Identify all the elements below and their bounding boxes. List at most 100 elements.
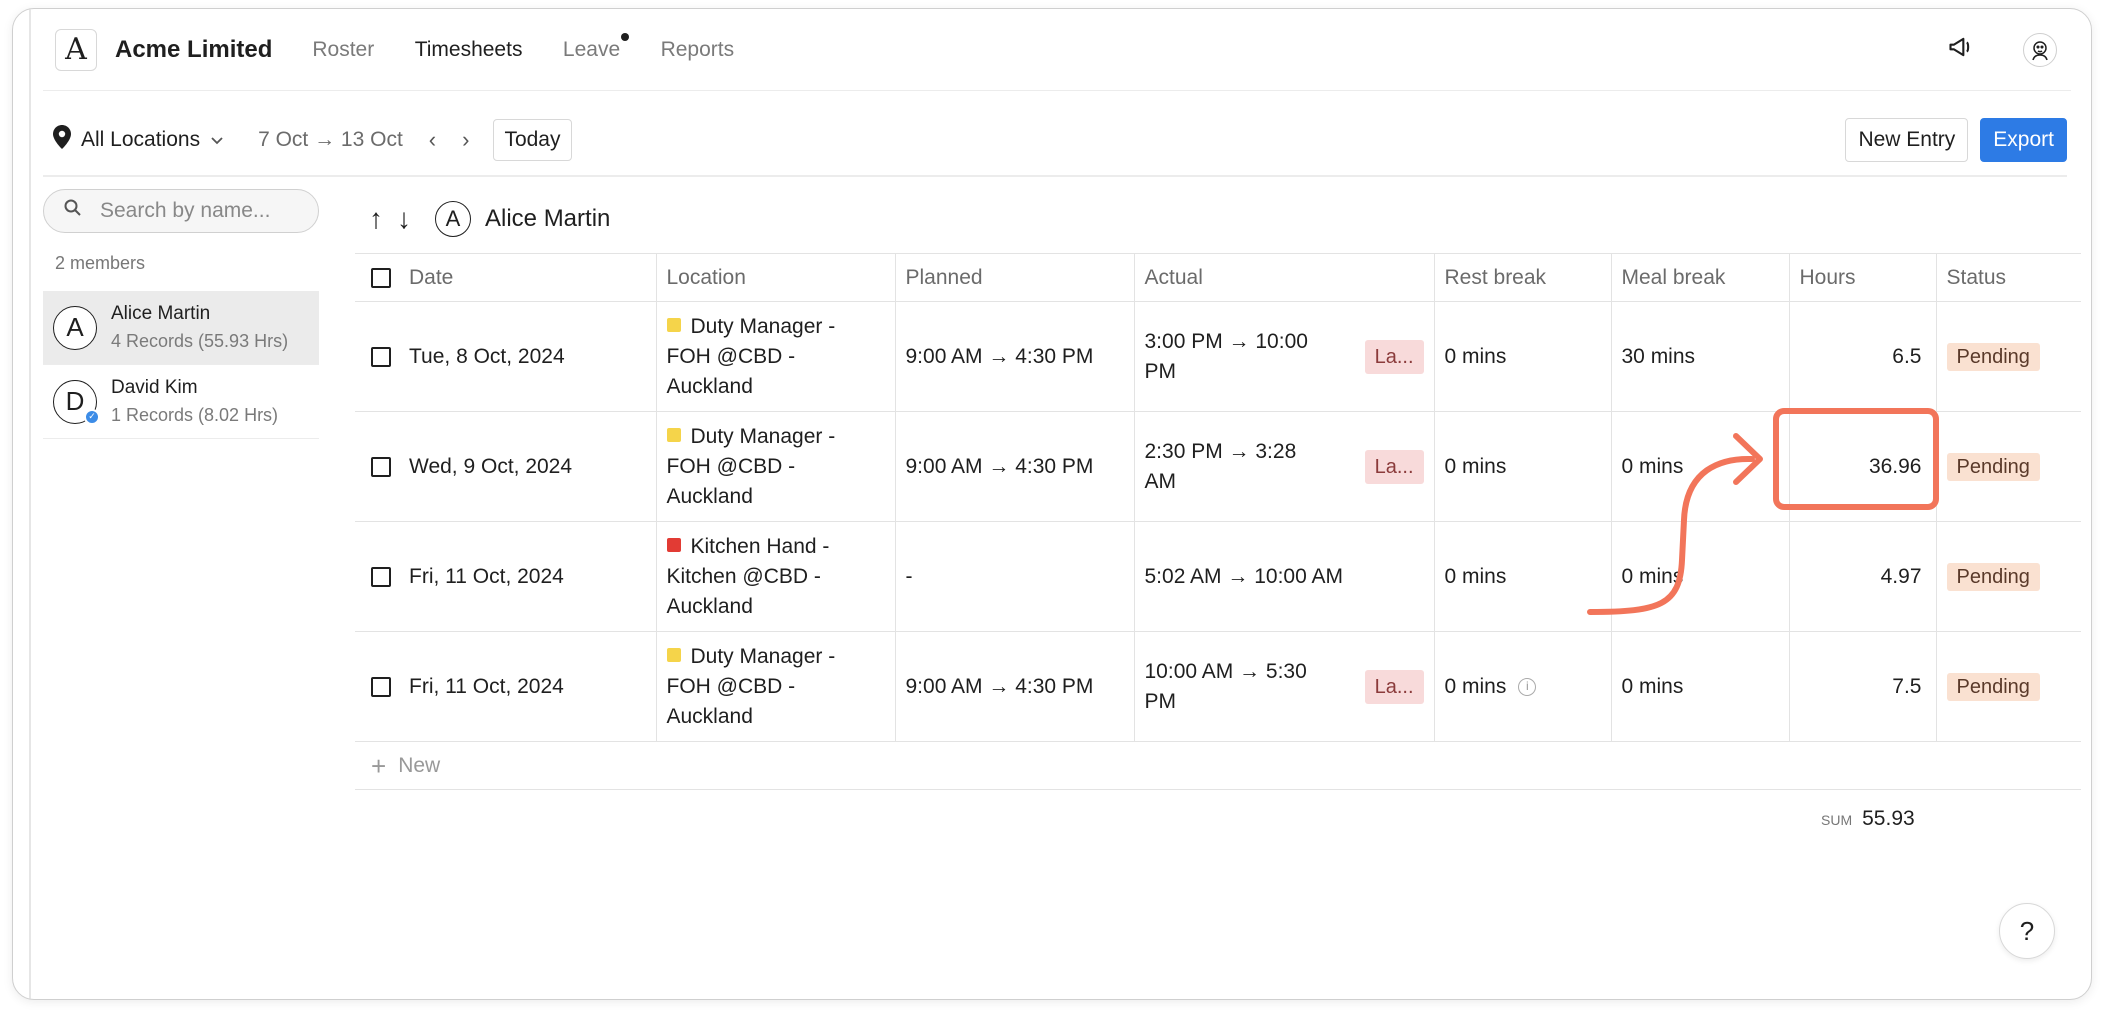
nav-reports[interactable]: Reports [661,38,735,61]
late-badge: La... [1364,669,1424,704]
row-actual[interactable]: 3:00 PM → 10:00 PM La... [1133,301,1434,412]
next-week-button[interactable]: › [462,127,469,153]
row-date: Fri, 11 Oct, 2024 [409,674,564,698]
row-actual[interactable]: 5:02 AM → 10:00 AM [1133,521,1434,632]
user-avatar[interactable] [2023,32,2057,67]
toolbar-divider [43,175,2067,177]
row-rest-break[interactable]: 0 mins i [1433,631,1611,742]
col-actual[interactable]: Actual [1133,253,1434,302]
late-badge: La... [1364,449,1424,484]
hours-sum: SUM 55.93 [1821,807,1915,831]
prev-week-button[interactable]: ‹ [429,127,436,153]
col-date[interactable]: Date [355,253,656,302]
search-input[interactable]: Search by name... [43,189,319,233]
col-status[interactable]: Status [1935,253,2081,302]
row-rest-break[interactable]: 0 mins [1433,521,1611,632]
row-checkbox[interactable] [371,566,391,587]
table-row[interactable]: Tue, 8 Oct, 2024 Duty Manager - FOH @CBD … [355,301,2081,412]
row-location[interactable]: Duty Manager - FOH @CBD - Auckland [655,631,895,742]
export-button[interactable]: Export [1980,118,2067,162]
row-planned[interactable]: 9:00 AM → 4:30 PM [894,631,1134,742]
table-row[interactable]: Wed, 9 Oct, 2024 Duty Manager - FOH @CBD … [355,411,2081,522]
avatar: A [53,305,97,350]
col-hours[interactable]: Hours [1788,253,1936,302]
new-entry-button[interactable]: New Entry [1845,118,1969,162]
select-all-checkbox[interactable] [371,267,391,288]
row-rest-break[interactable]: 0 mins [1433,411,1611,522]
row-date: Wed, 9 Oct, 2024 [409,454,573,478]
company-name: Acme Limited [115,35,273,63]
row-hours[interactable]: 7.5 [1788,631,1936,742]
late-badge: La... [1364,339,1424,374]
location-selector[interactable]: All Locations [53,125,224,155]
chevron-down-icon [210,128,224,152]
member-records: 4 Records (55.93 Hrs) [111,331,289,351]
row-checkbox[interactable] [371,456,391,477]
info-icon[interactable]: i [1518,677,1537,696]
status-badge[interactable]: Pending [1946,562,2040,591]
top-nav-bar: A Acme Limited Roster Timesheets Leave R… [43,9,2071,91]
member-name: Alice Martin [111,303,211,324]
row-hours-highlighted[interactable]: 36.96 [1788,411,1936,522]
location-color-swatch [666,537,681,552]
member-name: David Kim [111,377,198,398]
row-hours[interactable]: 6.5 [1788,301,1936,412]
row-location[interactable]: Kitchen Hand - Kitchen @CBD - Auckland [655,521,895,632]
row-planned[interactable]: 9:00 AM → 4:30 PM [894,411,1134,522]
main-nav: Roster Timesheets Leave Reports [312,32,770,62]
row-hours[interactable]: 4.97 [1788,521,1936,632]
table-row[interactable]: Fri, 11 Oct, 2024 Kitchen Hand - Kitchen … [355,521,2081,632]
col-meal-break[interactable]: Meal break [1610,253,1789,302]
row-meal-break[interactable]: 0 mins [1610,411,1789,522]
member-records: 1 Records (8.02 Hrs) [111,405,279,425]
table-header-row: Date Location Planned Actual Rest break … [355,253,2081,302]
row-actual[interactable]: 2:30 PM → 3:28 AM La... [1133,411,1434,522]
row-checkbox[interactable] [371,676,391,697]
megaphone-icon[interactable] [1947,33,1975,66]
location-color-swatch [666,427,681,442]
row-meal-break[interactable]: 0 mins [1610,521,1789,632]
row-planned[interactable]: - [894,521,1134,632]
today-button[interactable]: Today [493,119,572,161]
avatar: A [435,201,471,237]
date-range[interactable]: 7 Oct → 13 Oct [258,128,403,152]
status-badge[interactable]: Pending [1946,342,2040,371]
nav-roster[interactable]: Roster [312,38,374,61]
location-color-swatch [666,317,681,332]
col-planned[interactable]: Planned [894,253,1134,302]
members-count: 2 members [55,253,146,273]
member-david-kim[interactable]: D ✓ David Kim 1 Records (8.02 Hrs) [43,365,319,439]
table-row[interactable]: Fri, 11 Oct, 2024 Duty Manager - FOH @CBD… [355,631,2081,742]
timesheet-table: Date Location Planned Actual Rest break … [355,253,2081,790]
new-row-label: New [398,753,441,777]
arrow-up-icon[interactable]: ↑ [369,203,383,235]
location-color-swatch [666,647,681,662]
row-actual[interactable]: 10:00 AM → 5:30 PM La... [1133,631,1434,742]
nav-leave[interactable]: Leave [563,32,630,61]
member-alice-martin[interactable]: A Alice Martin 4 Records (55.93 Hrs) [43,291,319,365]
col-location[interactable]: Location [655,253,895,302]
help-button[interactable]: ? [1999,903,2055,959]
verified-check-icon: ✓ [84,408,100,425]
window-edge-divider [29,9,31,999]
add-new-row[interactable]: + New [355,741,2081,790]
sum-value: 55.93 [1862,807,1915,830]
row-rest-break[interactable]: 0 mins [1433,301,1611,412]
row-meal-break[interactable]: 30 mins [1610,301,1789,412]
row-checkbox[interactable] [371,346,391,367]
row-planned[interactable]: 9:00 AM → 4:30 PM [894,301,1134,412]
company-logo[interactable]: A [55,28,97,71]
selected-member-header: ↑ ↓ A Alice Martin [369,201,610,237]
status-badge[interactable]: Pending [1946,672,2040,701]
row-date: Fri, 11 Oct, 2024 [409,564,564,588]
col-rest-break[interactable]: Rest break [1433,253,1611,302]
location-pin-icon [53,125,71,155]
status-badge[interactable]: Pending [1946,452,2040,481]
app-window: A Acme Limited Roster Timesheets Leave R… [12,8,2092,1000]
selected-member-name: Alice Martin [485,205,611,232]
row-location[interactable]: Duty Manager - FOH @CBD - Auckland [655,301,895,412]
row-location[interactable]: Duty Manager - FOH @CBD - Auckland [655,411,895,522]
nav-timesheets[interactable]: Timesheets [415,38,523,61]
arrow-down-icon[interactable]: ↓ [397,203,411,235]
row-meal-break[interactable]: 0 mins [1610,631,1789,742]
